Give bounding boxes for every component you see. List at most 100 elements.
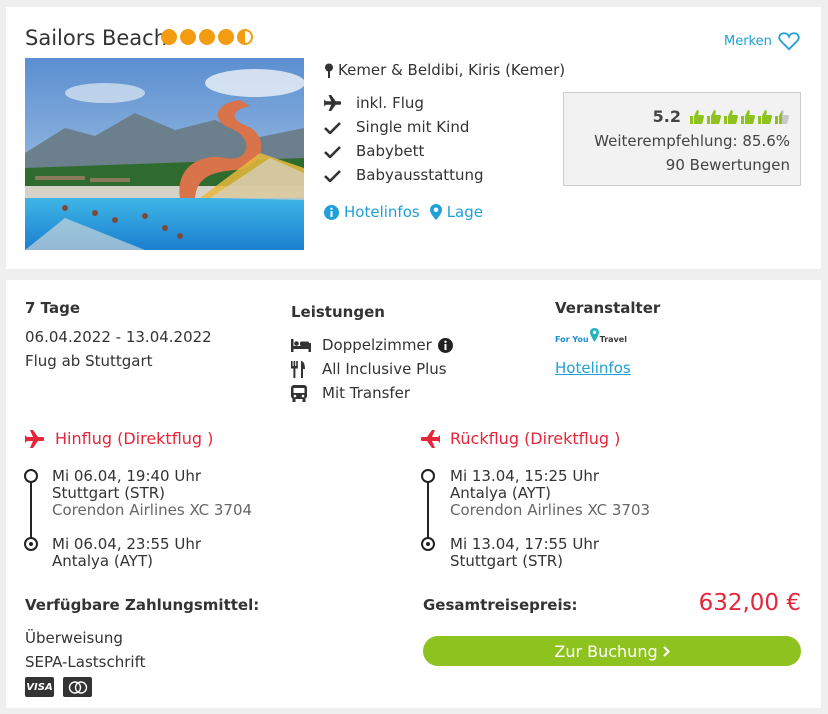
inbound-arrival: Mi 13.04, 17:55 Uhr Stuttgart (STR) xyxy=(450,536,599,570)
airplane-icon xyxy=(25,429,45,448)
total-label: Gesamtreisepreis: xyxy=(423,596,578,614)
booking-button[interactable]: Zur Buchung xyxy=(423,636,801,666)
location-text: Kemer & Beldibi, Kiris (Kemer) xyxy=(338,61,566,79)
feature-label: Single mit Kind xyxy=(356,118,470,136)
dep-airport: Antalya (AYT) xyxy=(450,484,551,502)
hotel-links: Hotelinfos Lage xyxy=(324,203,483,221)
outbound-departure: Mi 06.04, 19:40 Uhr Stuttgart (STR) Core… xyxy=(52,468,252,519)
service-label: Doppelzimmer xyxy=(322,336,432,354)
outbound-header: Hinflug (Direktflug ) xyxy=(25,429,213,448)
total-price: 632,00 € xyxy=(698,590,801,616)
thumb-icon xyxy=(724,110,738,124)
rating-box[interactable]: 5.2 Weiterempfehlung: 85.6% 90 Bewertung… xyxy=(563,92,801,186)
info-icon[interactable] xyxy=(437,337,453,353)
inbound-title: Rückflug (Direktflug ) xyxy=(450,429,621,448)
feature-flight: inkl. Flug xyxy=(324,94,424,112)
service-board: All Inclusive Plus xyxy=(291,360,447,378)
outbound-timeline xyxy=(30,476,32,543)
offer-card: 7 Tage 06.04.2022 - 13.04.2022 Flug ab S… xyxy=(6,280,821,708)
lage-link[interactable]: Lage xyxy=(429,203,483,221)
dep-time: Mi 06.04, 19:40 Uhr xyxy=(52,467,202,485)
chevron-right-icon xyxy=(662,645,670,657)
airplane-icon xyxy=(324,95,342,111)
thumb-icon xyxy=(775,110,789,124)
outbound-arrival: Mi 06.04, 23:55 Uhr Antalya (AYT) xyxy=(52,536,201,570)
pin-icon xyxy=(589,328,599,342)
map-marker-icon xyxy=(429,204,442,220)
service-label: Mit Transfer xyxy=(322,384,411,402)
payment-method: SEPA-Lastschrift xyxy=(25,653,146,671)
thumb-icon xyxy=(741,110,755,124)
dep-airport: Stuttgart (STR) xyxy=(52,484,166,502)
service-room: Doppelzimmer xyxy=(291,336,453,354)
rating-score: 5.2 xyxy=(652,107,681,126)
payment-method: Überweisung xyxy=(25,629,123,647)
inbound-departure: Mi 13.04, 15:25 Uhr Antalya (AYT) Corend… xyxy=(450,468,650,519)
service-label: All Inclusive Plus xyxy=(322,360,447,378)
arr-time: Mi 13.04, 17:55 Uhr xyxy=(450,535,600,553)
star-icon xyxy=(199,29,215,45)
feature-babybett: Babybett xyxy=(324,142,424,160)
hotel-location: Kemer & Beldibi, Kiris (Kemer) xyxy=(324,61,565,79)
inbound-header: Rückflug (Direktflug ) xyxy=(420,429,620,448)
departure-marker xyxy=(421,469,435,483)
map-pin-icon xyxy=(325,63,333,78)
cutlery-icon xyxy=(291,360,305,378)
star-rating xyxy=(161,29,253,45)
card-icons: VISA xyxy=(25,677,92,697)
service-transfer: Mit Transfer xyxy=(291,384,410,402)
feature-babyausstattung: Babyausstattung xyxy=(324,166,484,184)
booking-label: Zur Buchung xyxy=(554,641,658,661)
operator-title: Veranstalter xyxy=(555,299,661,317)
reviews-count: 90 Bewertungen xyxy=(665,156,790,174)
arrival-marker xyxy=(421,537,435,551)
star-icon xyxy=(180,29,196,45)
mastercard-icon xyxy=(63,677,92,697)
hotel-card: Sailors Beach Merken Kemer & Beldibi, Ki… xyxy=(6,7,821,269)
star-icon xyxy=(218,29,234,45)
duration: 7 Tage xyxy=(25,299,80,317)
departure-marker xyxy=(24,469,38,483)
travel-dates: 06.04.2022 - 13.04.2022 xyxy=(25,328,212,346)
airline: Corendon Airlines XC 3703 xyxy=(450,501,651,519)
thumb-icon xyxy=(707,110,721,124)
check-icon xyxy=(324,169,341,182)
merken-label: Merken xyxy=(724,33,772,49)
operator-logo: For You Travel xyxy=(555,328,627,344)
inbound-timeline xyxy=(427,476,429,543)
hotel-photo[interactable] xyxy=(25,58,304,250)
thumb-icon xyxy=(690,110,704,124)
arr-time: Mi 06.04, 23:55 Uhr xyxy=(52,535,202,553)
info-icon xyxy=(324,204,339,220)
hotelinfo-link[interactable]: Hotelinfos xyxy=(324,203,420,221)
bed-icon xyxy=(291,338,311,352)
services-title: Leistungen xyxy=(291,303,385,321)
half-star-icon xyxy=(237,29,253,45)
feature-single: Single mit Kind xyxy=(324,118,469,136)
hotelinfo-label: Hotelinfos xyxy=(344,203,420,221)
visa-icon: VISA xyxy=(25,677,54,697)
airline: Corendon Airlines XC 3704 xyxy=(52,501,253,519)
feature-label: inkl. Flug xyxy=(356,94,424,112)
feature-label: Babybett xyxy=(356,142,425,160)
dep-time: Mi 13.04, 15:25 Uhr xyxy=(450,467,600,485)
recommendation-text: Weiterempfehlung: 85.6% xyxy=(594,132,790,150)
operator-hotelinfo-link[interactable]: Hotelinfos xyxy=(555,359,631,377)
star-icon xyxy=(161,29,177,45)
lage-label: Lage xyxy=(446,203,483,221)
thumb-icon xyxy=(758,110,772,124)
payment-title: Verfügbare Zahlungsmittel: xyxy=(25,596,260,614)
arrival-marker xyxy=(24,537,38,551)
merken-button[interactable]: Merken xyxy=(724,31,800,51)
check-icon xyxy=(324,145,341,158)
departure-city: Flug ab Stuttgart xyxy=(25,352,153,370)
feature-label: Babyausstattung xyxy=(356,166,484,184)
heart-icon xyxy=(778,32,800,51)
airplane-icon xyxy=(420,429,440,448)
hotel-name[interactable]: Sailors Beach xyxy=(25,26,167,50)
outbound-title: Hinflug (Direktflug ) xyxy=(55,429,214,448)
bus-icon xyxy=(291,384,307,402)
check-icon xyxy=(324,121,341,134)
arr-airport: Stuttgart (STR) xyxy=(450,552,564,570)
thumbs-rating xyxy=(689,109,790,125)
